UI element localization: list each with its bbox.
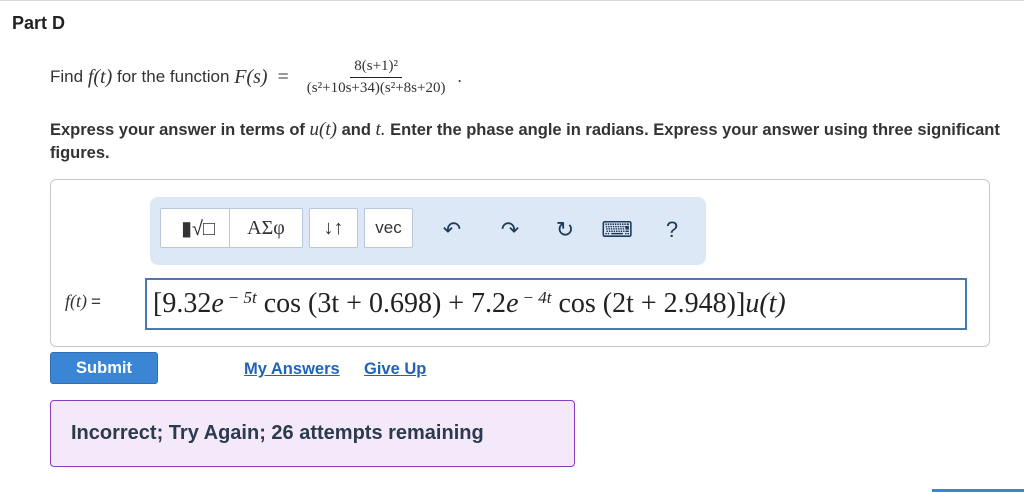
answer-arg1: (3t + 0.698) + 7.2	[308, 288, 507, 319]
templates-button[interactable]: ▮√□	[160, 208, 236, 248]
keyboard-icon[interactable]: ⌨	[600, 215, 634, 245]
question-lead: Find	[50, 67, 84, 86]
templates-icon: ▮√□	[180, 217, 216, 240]
top-divider	[0, 0, 1024, 1]
instructions-t: t.	[375, 119, 386, 140]
question-equals: =	[277, 65, 289, 88]
answer-e2: e	[506, 288, 519, 319]
answer-e1: e	[211, 288, 224, 319]
instructions-part1: Express your answer in terms of	[50, 121, 305, 139]
question-end: .	[457, 67, 462, 86]
answer-input[interactable]: [9.32 e − 5t cos (3t + 0.698) + 7.2 e − 4t c…	[145, 278, 967, 330]
answer-u: u(t)	[745, 288, 786, 319]
part-title: Part D	[12, 13, 66, 33]
question-Fs: F(s)	[234, 65, 268, 88]
answer-exponent2: − 4t	[522, 288, 552, 307]
vector-button[interactable]: vec	[364, 208, 413, 248]
question-for-function: for the function	[116, 67, 230, 86]
greek-symbols-button[interactable]: ΑΣφ	[229, 208, 303, 248]
feedback-message: Incorrect; Try Again; 26 attempts remain…	[50, 400, 575, 467]
answer-label-equals: =	[91, 292, 101, 311]
instructions: Express your answer in terms of u(t) and…	[50, 118, 1015, 165]
give-up-link[interactable]: Give Up	[364, 360, 426, 379]
answer-cos2: cos	[558, 288, 596, 319]
transfer-function-fraction: 8(s+1)² (s²+10s+34)(s²+8s+20)	[303, 58, 450, 97]
undo-icon[interactable]: ↶	[437, 215, 467, 245]
subscript-superscript-button[interactable]: ↓↑	[309, 208, 358, 248]
redo-icon[interactable]: ↷	[495, 215, 525, 245]
fraction-numerator: 8(s+1)²	[350, 58, 403, 78]
fraction-denominator: (s²+10s+34)(s²+8s+20)	[306, 79, 446, 96]
question-ft: f(t)	[87, 65, 113, 88]
submit-button[interactable]: Submit	[50, 352, 158, 384]
instructions-and: and	[341, 121, 371, 139]
reset-icon[interactable]: ↻	[550, 215, 580, 245]
question-text: Find f(t) for the function F(s) = 8(s+1)…	[50, 52, 462, 102]
answer-term1-coefficient: [9.32	[153, 288, 212, 319]
answer-box: ▮√□ ΑΣφ ↓↑ vec ↶ ↷ ↻ ⌨ ? f(t) = [9.32 e − 5…	[50, 179, 990, 347]
help-icon[interactable]: ?	[657, 215, 687, 245]
math-toolbar: ▮√□ ΑΣφ ↓↑ vec ↶ ↷ ↻ ⌨ ?	[150, 197, 706, 265]
answer-label: f(t) =	[65, 291, 101, 312]
answer-cos1: cos	[263, 288, 302, 319]
my-answers-link[interactable]: My Answers	[244, 360, 340, 379]
answer-exponent1: − 5t	[227, 288, 257, 307]
answer-label-ft: f(t)	[65, 291, 87, 311]
instructions-u: u(t)	[309, 119, 337, 140]
answer-arg2: (2t + 2.948)]	[602, 288, 746, 319]
feedback-text: Incorrect; Try Again; 26 attempts remain…	[71, 422, 484, 444]
